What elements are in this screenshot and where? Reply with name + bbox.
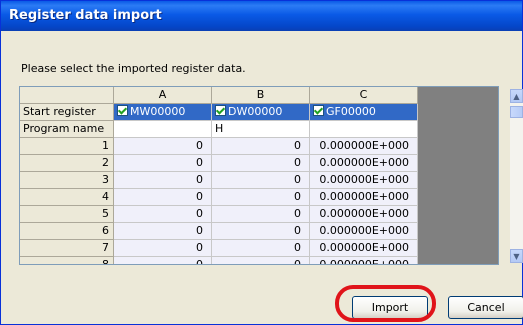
row-number: 1 [20,138,114,155]
dialog-title: Register data import [9,8,162,23]
table-row: 3 0 0 0.000000E+000 [20,172,418,189]
start-register-c-value: GF00000 [326,105,376,118]
table-cell[interactable]: 0 [212,172,310,189]
table-row: 2 0 0 0.000000E+000 [20,155,418,172]
table-cell[interactable]: 0 [114,189,212,206]
checkbox-checked-icon[interactable] [313,105,324,116]
cancel-button[interactable]: Cancel [448,296,523,319]
row-number: 5 [20,206,114,223]
column-header-a[interactable]: A [114,87,212,104]
grid-empty-area [418,87,498,264]
table-cell[interactable]: 0.000000E+000 [310,240,418,257]
column-header-c[interactable]: C [310,87,418,104]
table-cell[interactable]: 0 [114,172,212,189]
start-register-label: Start register [20,104,114,121]
row-number: 7 [20,240,114,257]
title-bar[interactable]: Register data import [1,1,522,31]
corner-cell [20,87,114,104]
start-register-c-cell[interactable]: GF00000 [310,104,418,121]
table-cell[interactable]: 0 [212,138,310,155]
table-cell[interactable]: 0 [212,155,310,172]
table-cell[interactable]: 0.000000E+000 [310,189,418,206]
table-cell[interactable]: 0 [212,240,310,257]
table-cell[interactable]: 0 [114,138,212,155]
table-cell[interactable]: 0 [212,257,310,264]
table-row: 4 0 0 0.000000E+000 [20,189,418,206]
program-name-row: Program name H [20,121,418,138]
program-name-c-cell[interactable] [310,121,418,138]
table-row: 7 0 0 0.000000E+000 [20,240,418,257]
register-data-import-dialog: Register data import Please select the i… [0,0,523,325]
import-highlight-circle [335,285,436,322]
table-cell[interactable]: 0.000000E+000 [310,172,418,189]
table-cell[interactable]: 0 [212,206,310,223]
table-cell[interactable]: 0.000000E+000 [310,223,418,240]
table-cell[interactable]: 0.000000E+000 [310,155,418,172]
row-number: 4 [20,189,114,206]
chevron-up-icon[interactable]: ▲ [510,89,523,103]
table-cell[interactable]: 0 [114,257,212,264]
table-cell[interactable]: 0 [114,223,212,240]
table-row: 6 0 0 0.000000E+000 [20,223,418,240]
start-register-b-value: DW00000 [228,105,283,118]
row-number: 8 [20,257,114,264]
table-cell[interactable]: 0.000000E+000 [310,138,418,155]
program-name-b-cell[interactable]: H [212,121,310,138]
row-number: 2 [20,155,114,172]
start-register-b-cell[interactable]: DW00000 [212,104,310,121]
grid-header-row: A B C [20,87,418,104]
instruction-text: Please select the imported register data… [21,62,246,75]
program-name-label: Program name [20,121,114,138]
table-cell[interactable]: 0 [212,189,310,206]
checkbox-checked-icon[interactable] [117,105,128,116]
checkbox-checked-icon[interactable] [215,105,226,116]
program-name-a-cell[interactable] [114,121,212,138]
start-register-row: Start register MW00000 DW00000 GF00000 [20,104,418,121]
start-register-a-value: MW00000 [130,105,186,118]
chevron-down-icon[interactable]: ▼ [510,249,523,263]
table-cell[interactable]: 0.000000E+000 [310,206,418,223]
table-cell[interactable]: 0 [114,206,212,223]
table-cell[interactable]: 0 [114,240,212,257]
row-number: 6 [20,223,114,240]
table-cell[interactable]: 0 [212,223,310,240]
table-cell[interactable]: 0 [114,155,212,172]
scrollbar-thumb[interactable] [510,106,523,118]
vertical-scrollbar[interactable]: ▲ ▼ [510,89,523,263]
table-row: 1 0 0 0.000000E+000 [20,138,418,155]
table-row: 5 0 0 0.000000E+000 [20,206,418,223]
table-row: 8 0 0 0.000000E+000 [20,257,418,264]
table-cell[interactable]: 0.000000E+000 [310,257,418,264]
register-grid[interactable]: A B C Start register MW00000 DW00000 GF0… [19,86,499,265]
start-register-a-cell[interactable]: MW00000 [114,104,212,121]
column-header-b[interactable]: B [212,87,310,104]
row-number: 3 [20,172,114,189]
